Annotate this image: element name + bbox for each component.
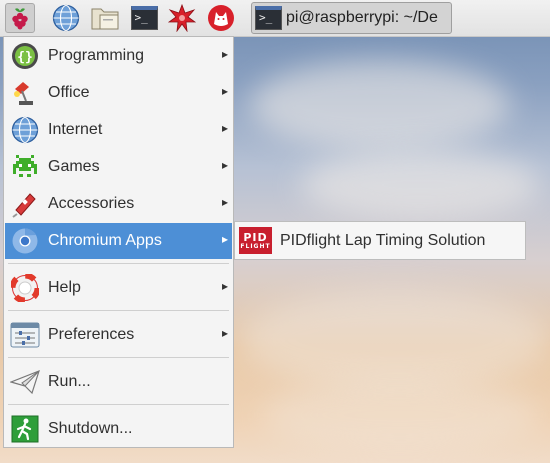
web-browser-button[interactable]: [51, 3, 81, 33]
file-manager-button[interactable]: [90, 3, 120, 33]
menu-item-run[interactable]: Run...: [5, 364, 232, 400]
chromium-apps-submenu: PID FLIGHT PIDflight Lap Timing Solution: [234, 221, 526, 260]
menu-item-shutdown[interactable]: Shutdown...: [5, 411, 232, 447]
chevron-right-icon: ▸: [221, 195, 228, 209]
menu-item-programming[interactable]: {} Programming ▸: [5, 38, 232, 74]
menu-separator: [8, 357, 229, 358]
wallpaper-cloud: [300, 150, 540, 220]
task-title: pi@raspberrypi: ~/De: [286, 9, 438, 26]
internet-icon: [10, 115, 40, 145]
menu-item-accessories[interactable]: Accessories ▸: [5, 186, 232, 222]
menu-item-help[interactable]: Help ▸: [5, 270, 232, 306]
help-icon: [10, 273, 40, 303]
web-browser-icon: [52, 4, 80, 32]
menu-item-internet[interactable]: Internet ▸: [5, 112, 232, 148]
menu-item-label: Chromium Apps: [48, 232, 162, 249]
taskbar: >_ >_ pi@raspberrypi: ~/De: [0, 0, 550, 37]
menu-item-label: Office: [48, 84, 90, 101]
svg-text:{}: {}: [17, 50, 33, 65]
application-menu: {} Programming ▸ Office ▸ Internet ▸ Gam…: [3, 36, 234, 448]
menu-item-label: Run...: [48, 373, 91, 390]
wallpaper-cloud: [240, 290, 550, 390]
wallpaper-cloud: [250, 60, 510, 150]
mathematica-icon: [168, 4, 196, 32]
chevron-right-icon: ▸: [221, 121, 228, 135]
wolfram-button[interactable]: [206, 3, 236, 33]
menu-item-label: Preferences: [48, 326, 135, 343]
chevron-right-icon: ▸: [221, 326, 228, 340]
chevron-right-icon: ▸: [221, 232, 228, 246]
menu-item-label: Shutdown...: [48, 420, 133, 437]
menu-item-games[interactable]: Games ▸: [5, 149, 232, 185]
menu-item-label: Programming: [48, 47, 145, 64]
wallpaper-cloud: [260, 380, 540, 450]
menu-separator: [8, 404, 229, 405]
mathematica-button[interactable]: [167, 3, 197, 33]
menu-separator: [8, 263, 229, 264]
preferences-icon: [10, 320, 40, 350]
terminal-icon: >_: [255, 6, 282, 30]
terminal-button[interactable]: >_: [129, 3, 159, 33]
menu-item-office[interactable]: Office ▸: [5, 75, 232, 111]
file-manager-icon: [91, 8, 119, 30]
chevron-right-icon: ▸: [221, 158, 228, 172]
office-icon: [10, 78, 40, 108]
menu-item-label: Internet: [48, 121, 103, 138]
menu-item-label: Accessories: [48, 195, 135, 212]
programming-icon: {}: [10, 41, 40, 71]
raspberry-menu-icon: [12, 8, 28, 30]
games-icon: [10, 152, 40, 182]
menu-item-chromium-apps[interactable]: Chromium Apps ▸: [5, 223, 232, 259]
terminal-task-button[interactable]: >_ pi@raspberrypi: ~/De: [251, 2, 452, 34]
menu-item-preferences[interactable]: Preferences ▸: [5, 317, 232, 353]
run-icon: [10, 367, 40, 397]
chevron-right-icon: ▸: [221, 47, 228, 61]
chevron-right-icon: ▸: [221, 279, 228, 293]
pidflight-icon: PID FLIGHT: [239, 227, 272, 254]
submenu-item-pidflight[interactable]: PIDflight Lap Timing Solution: [280, 232, 485, 250]
shutdown-icon: [10, 414, 40, 444]
chromium-icon: [10, 226, 40, 256]
menu-item-label: Help: [48, 279, 81, 296]
chevron-right-icon: ▸: [221, 84, 228, 98]
raspberry-menu-button[interactable]: [5, 3, 35, 33]
accessories-icon: [10, 189, 40, 219]
terminal-icon: >_: [130, 6, 158, 30]
wolfram-icon: [208, 5, 234, 31]
menu-separator: [8, 310, 229, 311]
menu-item-label: Games: [48, 158, 100, 175]
